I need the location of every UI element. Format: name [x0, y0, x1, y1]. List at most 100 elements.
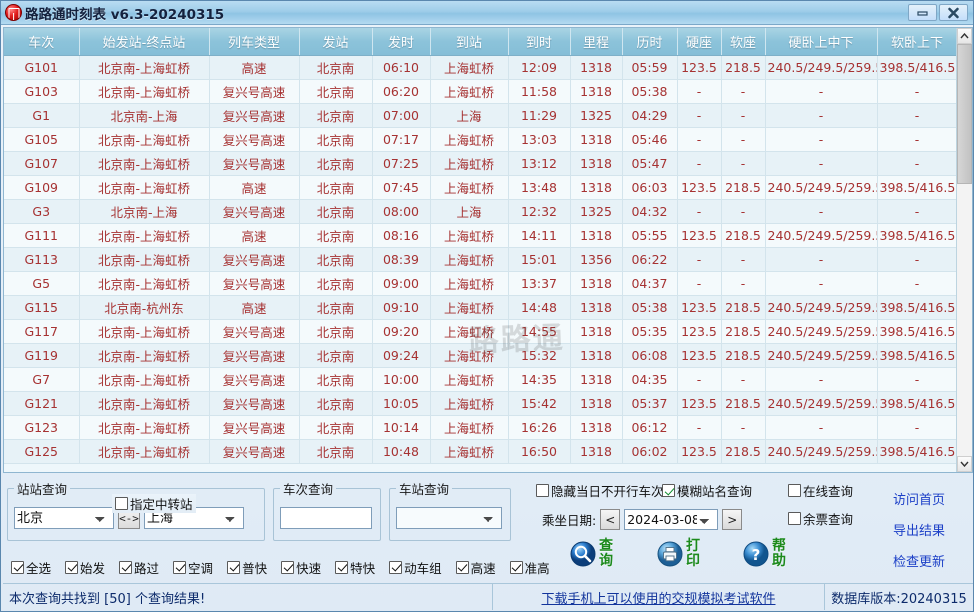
filter-checkbox-8[interactable]: 高速 — [455, 558, 496, 577]
column-header-12[interactable]: 软卧上下 — [877, 28, 956, 56]
scroll-up-button[interactable] — [957, 28, 972, 44]
scroll-down-button[interactable] — [957, 456, 972, 472]
cell-7-10: 218.5 — [721, 223, 766, 248]
cell-12-10: 218.5 — [721, 343, 766, 368]
cell-2-5: 上海 — [430, 103, 509, 128]
column-header-7[interactable]: 里程 — [570, 28, 623, 56]
cell-4-4: 07:25 — [372, 151, 431, 176]
promo-link[interactable]: 下载手机上可以使用的交规模拟考试软件 — [541, 588, 775, 607]
filter-checkbox-box-3 — [173, 560, 187, 574]
cell-1-3: 北京南 — [299, 79, 373, 104]
table-row[interactable]: G5 北京南-上海虹桥 复兴号高速 北京南 09:00 上海虹桥 13:37 1318 04:3… — [4, 271, 956, 296]
cell-16-5: 上海虹桥 — [430, 439, 509, 464]
filter-checkbox-box-8 — [455, 560, 469, 574]
export-results-link[interactable]: 导出结果 — [893, 520, 945, 539]
table-row[interactable]: G3 北京南-上海 复兴号高速 北京南 08:00 上海 12:32 1325 04:32- - -… — [4, 199, 956, 224]
cell-1-10: - — [721, 79, 766, 104]
station-name-select[interactable] — [396, 507, 502, 529]
cell-10-9: 123.5 — [677, 295, 722, 320]
cell-13-8: 04:35 — [622, 367, 678, 392]
table-row[interactable]: G109 北京南-上海虹桥 高速 北京南 07:45 上海虹桥 13:48 1318 06:03… — [4, 175, 956, 200]
cell-10-4: 09:10 — [372, 295, 431, 320]
table-row[interactable]: G121 北京南-上海虹桥 复兴号高速 北京南 10:05 上海虹桥 15:42 1318 05… — [4, 391, 956, 416]
filter-checkbox-6[interactable]: 特快 — [335, 558, 375, 577]
transfer-station-checkbox[interactable]: 指定中转站 — [112, 494, 196, 513]
filter-checkbox-4[interactable]: 普快 — [227, 558, 267, 577]
cell-8-2: 复兴号高速 — [209, 247, 300, 272]
online-query-checkbox-box — [788, 484, 801, 497]
cell-9-10: - — [721, 271, 766, 296]
table-row[interactable]: G103 北京南-上海虹桥 复兴号高速 北京南 06:20 上海虹桥 11:58 1318 05… — [4, 79, 956, 104]
table-row[interactable]: G111 北京南-上海虹桥 高速 北京南 08:16 上海虹桥 14:11 1318 05:55… — [4, 223, 956, 248]
station-query-legend: 站站查询 — [17, 482, 68, 497]
column-header-8[interactable]: 历时 — [622, 28, 678, 56]
filter-checkbox-7[interactable]: 动车组 — [389, 558, 442, 577]
column-header-4[interactable]: 发时 — [372, 28, 431, 56]
cell-8-9: - — [677, 247, 722, 272]
cell-4-11: - — [765, 151, 878, 176]
train-number-input[interactable] — [280, 507, 372, 529]
column-header-0[interactable]: 车次 — [4, 28, 80, 56]
table-row[interactable]: G123 北京南-上海虹桥 复兴号高速 北京南 10:14 上海虹桥 16:26 1318 06… — [4, 415, 956, 440]
cell-16-12: 398.5/416.5 — [877, 439, 956, 464]
table-row[interactable]: G7 北京南-上海虹桥 复兴号高速 北京南 10:00 上海虹桥 14:35 1318 04:3… — [4, 367, 956, 392]
table-row[interactable]: G105 北京南-上海虹桥 复兴号高速 北京南 07:17 上海虹桥 13:03 1318 05… — [4, 127, 956, 152]
column-header-10[interactable]: 软座 — [721, 28, 766, 56]
remaining-ticket-checkbox[interactable]: 余票查询 — [788, 509, 853, 528]
cell-15-0: G123 — [4, 415, 80, 440]
filter-checkbox-1[interactable]: 始发 — [65, 558, 105, 577]
table-row[interactable]: G101 北京南-上海虹桥 高速 北京南 06:10 上海虹桥 12:09 1318 05:59… — [4, 55, 956, 80]
table-row[interactable]: G125 北京南-上海虹桥 复兴号高速 北京南 10:48 上海虹桥 16:50 1318 06… — [4, 439, 956, 464]
from-station-select[interactable]: 北京 — [14, 507, 114, 529]
column-header-11[interactable]: 硬卧上中下 — [765, 28, 878, 56]
filter-checkbox-box-1 — [65, 560, 79, 574]
fuzzy-station-checkbox-box — [662, 484, 675, 497]
travel-date-select[interactable]: 2024-03-08 — [624, 509, 719, 530]
table-row[interactable]: G119 北京南-上海虹桥 复兴号高速 北京南 09:24 上海虹桥 15:32 1318 06… — [4, 343, 956, 368]
hide-not-running-checkbox[interactable]: 隐藏当日不开行车次 — [536, 481, 664, 500]
date-next-button[interactable]: > — [722, 509, 743, 530]
cell-7-5: 上海虹桥 — [430, 223, 509, 248]
table-head: 车次 始发站-终点站 列车类型 发站 发时 到站 到时 里程 历时 硬座 软座 硬卧上中下 软卧上下 — [4, 28, 956, 56]
date-prev-button[interactable]: < — [600, 509, 621, 530]
cell-4-3: 北京南 — [299, 151, 373, 176]
title-bar: 路路通时刻表 v6.3-20240315 — [1, 1, 973, 25]
minimize-button[interactable] — [908, 4, 937, 21]
cell-11-4: 09:20 — [372, 319, 431, 344]
filter-checkbox-9[interactable]: 准高 — [509, 558, 550, 577]
cell-7-8: 05:55 — [622, 223, 678, 248]
column-header-2[interactable]: 列车类型 — [209, 28, 300, 56]
cell-9-6: 13:37 — [508, 271, 571, 296]
visit-homepage-link[interactable]: 访问首页 — [893, 489, 945, 508]
cell-2-6: 11:29 — [508, 103, 571, 128]
table-row[interactable]: G107 北京南-上海虹桥 复兴号高速 北京南 07:25 上海虹桥 13:12 1318 05… — [4, 151, 956, 176]
scroll-track[interactable] — [957, 44, 972, 456]
filter-checkbox-0[interactable]: 全选 — [11, 558, 51, 577]
fuzzy-station-checkbox[interactable]: 模糊站名查询 — [662, 481, 752, 500]
close-button[interactable] — [939, 4, 968, 21]
column-header-1[interactable]: 始发站-终点站 — [79, 28, 210, 56]
column-header-9[interactable]: 硬座 — [677, 28, 722, 56]
filter-checkbox-5[interactable]: 快速 — [281, 558, 321, 577]
cell-3-8: 05:46 — [622, 127, 678, 152]
table-row[interactable]: G113 北京南-上海虹桥 复兴号高速 北京南 08:39 上海虹桥 15:01 1356 06… — [4, 247, 956, 272]
filter-checkbox-label-2: 路过 — [134, 560, 160, 576]
table-row[interactable]: G117 北京南-上海虹桥 复兴号高速 北京南 09:20 上海虹桥 14:55 1318 05… — [4, 319, 956, 344]
cell-13-1: 北京南-上海虹桥 — [79, 367, 210, 392]
filter-checkbox-3[interactable]: 空调 — [173, 558, 213, 577]
cell-16-8: 06:02 — [622, 439, 678, 464]
table-row[interactable]: G1 北京南-上海 复兴号高速 北京南 07:00 上海 11:29 1325 04:29- - -… — [4, 103, 956, 128]
chevron-down-icon — [960, 461, 969, 467]
scroll-thumb[interactable] — [957, 44, 972, 184]
filter-checkbox-2[interactable]: 路过 — [119, 558, 159, 577]
column-header-5[interactable]: 到站 — [430, 28, 509, 56]
column-header-6[interactable]: 到时 — [508, 28, 571, 56]
cell-8-1: 北京南-上海虹桥 — [79, 247, 210, 272]
cell-10-6: 14:48 — [508, 295, 571, 320]
online-query-checkbox[interactable]: 在线查询 — [788, 481, 853, 500]
column-header-3[interactable]: 发站 — [299, 28, 373, 56]
table-row[interactable]: G115 北京南-杭州东 高速 北京南 09:10 上海虹桥 14:48 1318 05:38 1… — [4, 295, 956, 320]
cell-16-6: 16:50 — [508, 439, 571, 464]
cell-8-10: - — [721, 247, 766, 272]
vertical-scrollbar[interactable] — [956, 28, 972, 472]
